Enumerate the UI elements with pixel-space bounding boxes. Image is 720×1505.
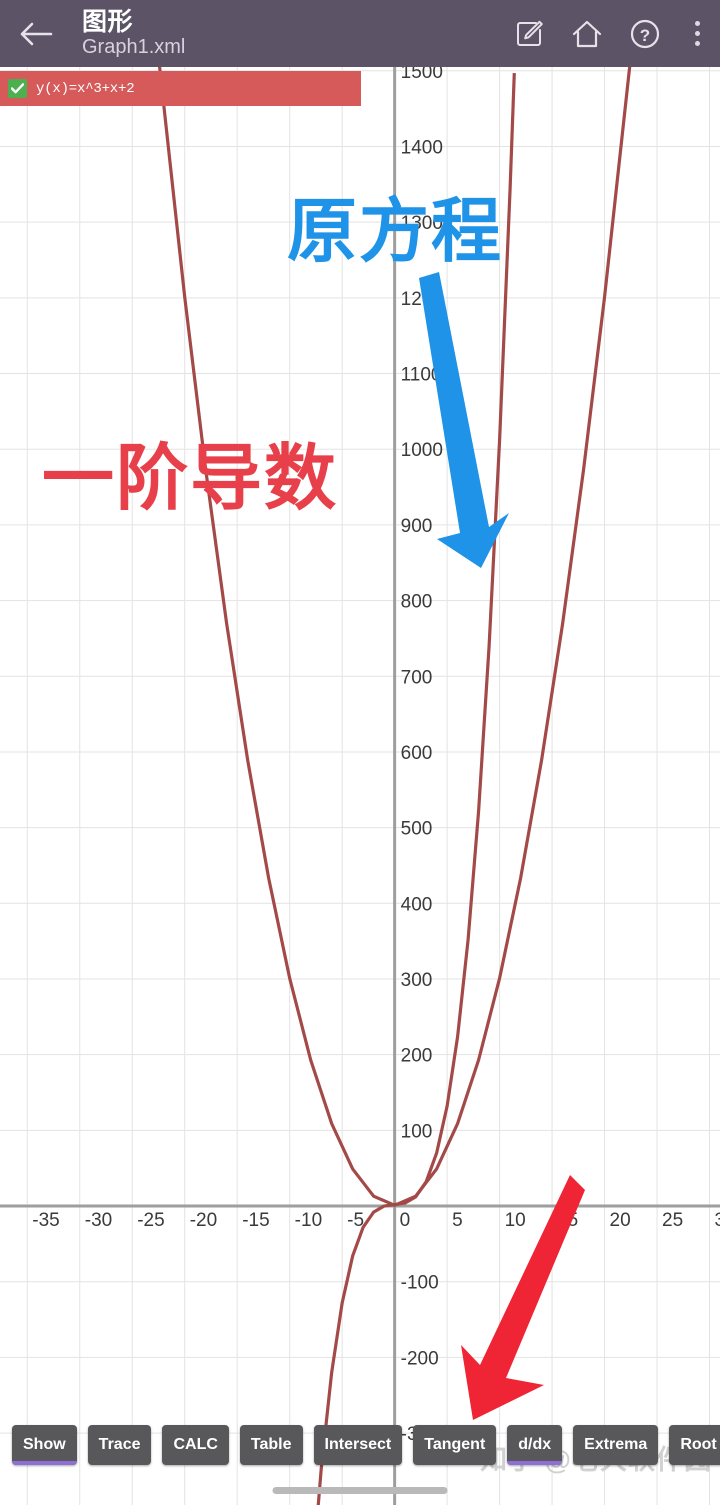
annotation-original-equation: 原方程 xyxy=(287,192,503,270)
toolbar-button-label: Extrema xyxy=(584,1435,648,1453)
overflow-dots xyxy=(694,18,700,49)
overflow-menu-icon[interactable] xyxy=(674,0,720,67)
x-axis-tick-label: -25 xyxy=(137,1210,164,1231)
toolbar-button-label: CALC xyxy=(173,1435,218,1453)
toolbar-button-d-dx[interactable]: d/dx xyxy=(507,1424,563,1465)
page-title: 图形 xyxy=(82,7,134,36)
svg-text:?: ? xyxy=(640,26,650,45)
x-axis-tick-label: 25 xyxy=(662,1210,683,1231)
toolbar-button-extrema[interactable]: Extrema xyxy=(573,1424,659,1465)
toolbar-button-tangent[interactable]: Tangent xyxy=(413,1424,497,1465)
x-axis-tick-label: 15 xyxy=(557,1210,578,1231)
y-axis-tick-label: 1000 xyxy=(401,440,443,461)
y-axis-tick-label: 1400 xyxy=(401,137,443,158)
graph-app-screen: 图形 Graph1.xml ? -35 -30 -25 -20 -15 -10 … xyxy=(0,0,720,1505)
y-axis-tick-label: 700 xyxy=(401,667,433,688)
y-axis-tick-label: 800 xyxy=(401,592,433,613)
x-axis-tick-label: 20 xyxy=(610,1210,631,1231)
toolbar-button-calc[interactable]: CALC xyxy=(162,1424,229,1465)
y-axis-tick-label: 500 xyxy=(401,819,433,840)
bottom-toolbar: Show Trace CALC Table Intersect Tangent d/dx Ex… xyxy=(0,1422,720,1467)
function-expression-bar[interactable]: y(x)=x^3+x+2 xyxy=(0,71,361,106)
x-axis-tick-label: 30 xyxy=(715,1210,720,1231)
page-subtitle: Graph1.xml xyxy=(82,35,186,58)
x-axis-tick-label: -10 xyxy=(295,1210,322,1231)
system-navigation-pill[interactable] xyxy=(272,1487,448,1494)
toolbar-button-label: Table xyxy=(250,1435,292,1453)
home-icon[interactable] xyxy=(558,0,616,67)
graph-canvas[interactable]: -35-30-25-20-15-10-5051015202530-300-200… xyxy=(0,67,720,1505)
app-header: 图形 Graph1.xml ? xyxy=(0,0,720,67)
toolbar-button-label: Root xyxy=(680,1435,717,1453)
y-axis-tick-label: 1200 xyxy=(401,289,443,310)
y-axis-tick-label: 200 xyxy=(401,1046,433,1067)
y-axis-tick-label: 300 xyxy=(401,970,433,991)
back-arrow-icon[interactable] xyxy=(0,0,72,67)
toolbar-button-label: Trace xyxy=(98,1435,141,1453)
toolbar-button-label: Show xyxy=(23,1435,66,1453)
x-axis-tick-label: -30 xyxy=(85,1210,112,1231)
toolbar-button-root[interactable]: Root xyxy=(669,1424,720,1465)
toolbar-button-label: d/dx xyxy=(518,1435,552,1453)
title-block: 图形 Graph1.xml xyxy=(72,9,500,59)
function-expression-text: y(x)=x^3+x+2 xyxy=(36,80,135,97)
toolbar-button-trace[interactable]: Trace xyxy=(87,1424,152,1465)
x-axis-tick-label: 5 xyxy=(452,1210,463,1231)
x-axis-tick-label: -35 xyxy=(32,1210,59,1231)
y-axis-tick-label: 400 xyxy=(401,894,433,915)
y-axis-tick-label: -100 xyxy=(401,1273,439,1294)
y-axis-tick-label: 600 xyxy=(401,743,433,764)
x-axis-tick-label: -5 xyxy=(347,1210,364,1231)
help-icon[interactable]: ? xyxy=(616,0,674,67)
y-axis-tick-label: 1100 xyxy=(401,365,442,386)
annotation-first-derivative: 一阶导数 xyxy=(42,439,339,519)
y-axis-tick-label: 100 xyxy=(401,1121,433,1142)
edit-icon[interactable] xyxy=(500,0,558,67)
toolbar-button-intersect[interactable]: Intersect xyxy=(313,1424,403,1465)
y-axis-tick-label: -200 xyxy=(401,1348,439,1369)
y-axis-tick-label: 1500 xyxy=(401,67,443,83)
x-axis-tick-label: 0 xyxy=(400,1210,411,1231)
function-enabled-checkbox[interactable] xyxy=(8,79,27,98)
x-axis-tick-label: -15 xyxy=(242,1210,269,1231)
toolbar-button-show[interactable]: Show xyxy=(12,1424,77,1465)
toolbar-button-label: Tangent xyxy=(424,1435,486,1453)
x-axis-tick-label: 10 xyxy=(505,1210,526,1231)
toolbar-button-table[interactable]: Table xyxy=(239,1424,303,1465)
toolbar-button-label: Intersect xyxy=(324,1435,392,1453)
x-axis-tick-label: -20 xyxy=(190,1210,217,1231)
y-axis-tick-label: 900 xyxy=(401,516,433,537)
